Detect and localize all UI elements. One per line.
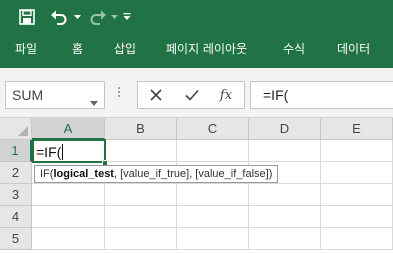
- tab-page-layout[interactable]: 페이지 레이아웃: [166, 34, 247, 68]
- cell[interactable]: [105, 228, 177, 250]
- save-icon[interactable]: [16, 0, 38, 34]
- tooltip-function-name[interactable]: IF(: [40, 168, 53, 180]
- tab-formulas[interactable]: 수식: [283, 34, 305, 68]
- row-header-4[interactable]: 4: [0, 206, 32, 228]
- row-header-2[interactable]: 2: [0, 162, 32, 184]
- cell[interactable]: [249, 206, 321, 228]
- select-all-button[interactable]: [0, 118, 32, 140]
- formula-bar-area: SUM fx =IF(: [0, 68, 393, 118]
- column-header-c[interactable]: C: [177, 118, 249, 140]
- cell[interactable]: [321, 206, 393, 228]
- cell[interactable]: [105, 140, 177, 162]
- cell[interactable]: [177, 184, 249, 206]
- worksheet-grid: A B C D E 1 2 3 4 5 =IF( IF(logical_test…: [0, 118, 393, 254]
- cell[interactable]: [321, 162, 393, 184]
- cell[interactable]: [321, 184, 393, 206]
- cell[interactable]: [177, 140, 249, 162]
- row-header-1[interactable]: 1: [0, 140, 32, 162]
- cell[interactable]: [32, 184, 105, 206]
- cell[interactable]: [32, 228, 105, 250]
- active-cell-a1[interactable]: =IF(: [32, 139, 106, 163]
- check-icon[interactable]: [176, 82, 208, 108]
- cell[interactable]: [105, 184, 177, 206]
- row-header-5[interactable]: 5: [0, 228, 32, 250]
- cell[interactable]: [177, 228, 249, 250]
- tooltip-current-argument: logical_test: [53, 168, 114, 180]
- formula-buttons: fx: [137, 81, 245, 109]
- undo-icon[interactable]: [46, 0, 72, 34]
- customize-dropdown-icon[interactable]: [120, 0, 134, 34]
- cell[interactable]: [32, 206, 105, 228]
- ribbon-tabs: 파일 홈 삽입 페이지 레이아웃 수식 데이터: [0, 34, 393, 68]
- cell[interactable]: [321, 228, 393, 250]
- formula-text: =IF(: [263, 87, 289, 103]
- column-header-e[interactable]: E: [321, 118, 393, 140]
- active-cell-value: =IF(: [36, 144, 62, 160]
- text-caret: [62, 144, 63, 160]
- cell[interactable]: [321, 140, 393, 162]
- tab-data[interactable]: 데이터: [337, 34, 370, 68]
- cancel-icon[interactable]: [140, 82, 172, 108]
- insert-function-button[interactable]: fx: [210, 82, 242, 108]
- undo-dropdown-icon[interactable]: [72, 0, 82, 34]
- splitter-handle[interactable]: [118, 87, 121, 101]
- cell[interactable]: [249, 184, 321, 206]
- cell[interactable]: [249, 228, 321, 250]
- cell[interactable]: [105, 206, 177, 228]
- column-header-d[interactable]: D: [249, 118, 321, 140]
- tab-file[interactable]: 파일: [15, 34, 37, 68]
- formula-input[interactable]: =IF(: [250, 81, 393, 109]
- name-box[interactable]: SUM: [5, 81, 105, 109]
- chevron-down-icon[interactable]: [90, 91, 98, 110]
- function-tooltip: IF(logical_test, [value_if_true], [value…: [34, 165, 279, 183]
- name-box-value: SUM: [12, 87, 44, 103]
- tooltip-remaining-arguments: , [value_if_true], [value_if_false]): [113, 168, 273, 180]
- quick-access-toolbar: [0, 0, 393, 34]
- column-header-b[interactable]: B: [105, 118, 177, 140]
- cell[interactable]: [249, 140, 321, 162]
- redo-icon[interactable]: [86, 0, 110, 34]
- cell[interactable]: [177, 206, 249, 228]
- tab-insert[interactable]: 삽입: [114, 34, 136, 68]
- redo-dropdown-icon[interactable]: [109, 0, 119, 34]
- row-header-3[interactable]: 3: [0, 184, 32, 206]
- column-header-a[interactable]: A: [32, 118, 105, 140]
- tab-home[interactable]: 홈: [72, 34, 83, 68]
